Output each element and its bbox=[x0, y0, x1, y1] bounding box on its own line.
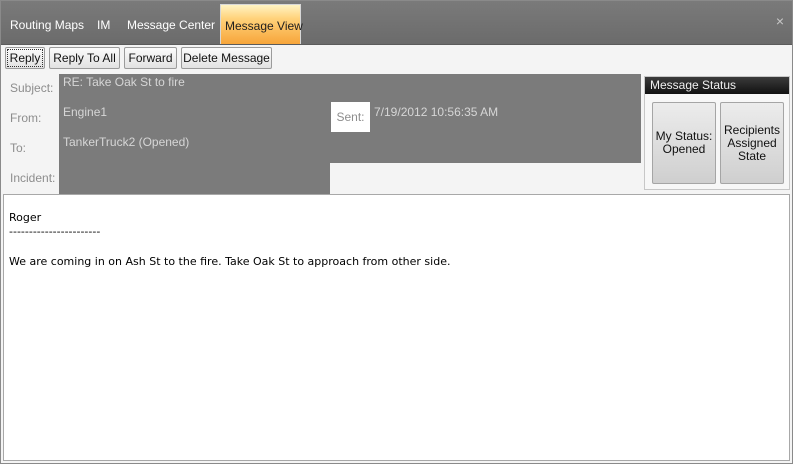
recipients-assigned-state-button[interactable]: Recipients Assigned State bbox=[720, 102, 784, 184]
from-value: Engine1 bbox=[63, 105, 108, 119]
to-label: To: bbox=[10, 141, 27, 155]
sent-value: 7/19/2012 10:56:35 AM bbox=[374, 105, 499, 119]
tab-im[interactable]: IM bbox=[97, 7, 110, 44]
reply-all-button[interactable]: Reply To All bbox=[49, 47, 120, 69]
close-icon[interactable]: × bbox=[774, 14, 786, 28]
delete-message-button[interactable]: Delete Message bbox=[181, 47, 272, 69]
body-line-greeting: Roger bbox=[9, 211, 42, 224]
toolbar: Reply Reply To All Forward Delete Messag… bbox=[1, 45, 792, 73]
incident-label: Incident: bbox=[10, 171, 56, 185]
message-body[interactable]: Roger ----------------------- We are com… bbox=[3, 194, 790, 461]
subject-value: RE: Take Oak St to fire bbox=[63, 75, 185, 89]
tab-routing-maps[interactable]: Routing Maps bbox=[10, 7, 84, 44]
body-line-separator: ----------------------- bbox=[9, 225, 101, 238]
from-label: From: bbox=[10, 111, 42, 125]
header-background-incident bbox=[59, 163, 330, 194]
tab-message-center[interactable]: Message Center bbox=[127, 7, 215, 44]
tab-message-view[interactable]: Message View bbox=[220, 4, 303, 44]
body-line-message: We are coming in on Ash St to the fire. … bbox=[9, 255, 451, 268]
message-view-window: Routing Maps IM Message Center Message V… bbox=[0, 0, 793, 464]
to-value: TankerTruck2 (Opened) bbox=[63, 135, 190, 149]
state-line: State bbox=[737, 148, 767, 163]
message-status-panel: Message Status My Status: Opened Recipie… bbox=[644, 76, 790, 190]
reply-button[interactable]: Reply bbox=[5, 47, 45, 69]
forward-button[interactable]: Forward bbox=[124, 47, 177, 69]
recipients-line: Recipients bbox=[723, 122, 781, 137]
message-status-title: Message Status bbox=[645, 77, 789, 94]
my-status-button[interactable]: My Status: Opened bbox=[652, 102, 716, 184]
tab-strip: Routing Maps IM Message Center Message V… bbox=[1, 1, 792, 45]
sent-label: Sent: bbox=[331, 102, 370, 132]
my-status-value: Opened bbox=[662, 142, 706, 156]
assigned-line: Assigned bbox=[727, 135, 777, 150]
subject-label: Subject: bbox=[10, 81, 54, 95]
